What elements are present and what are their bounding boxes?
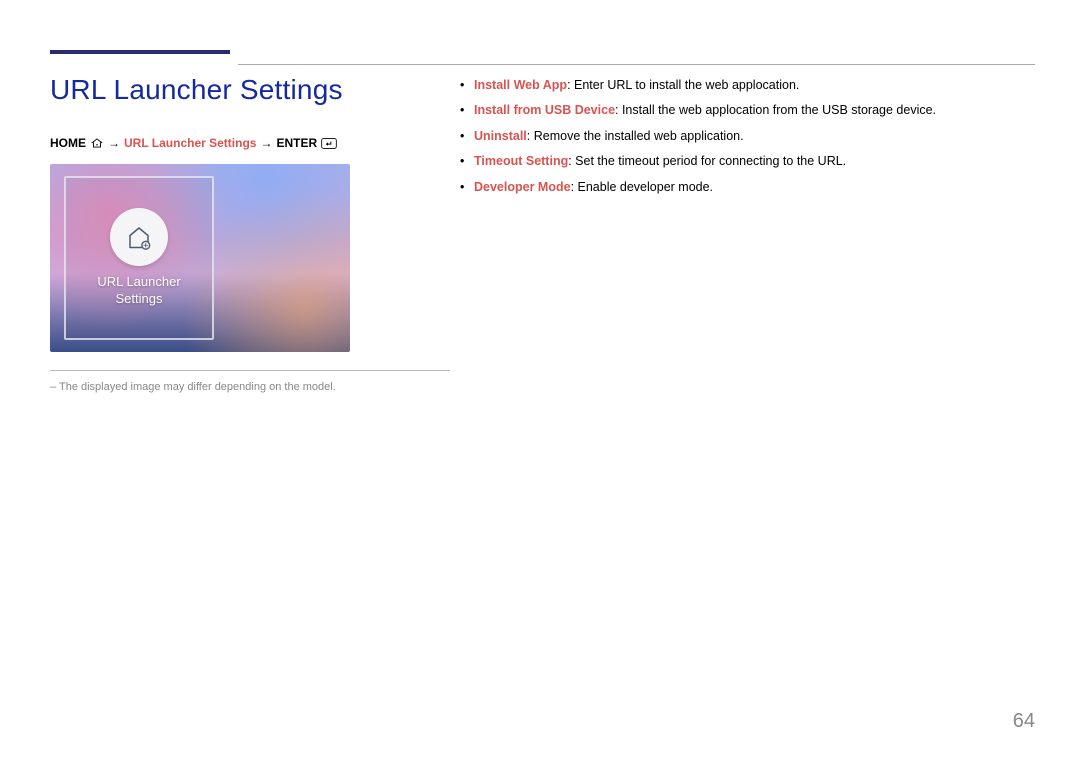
setting-desc: : Remove the installed web application.: [527, 129, 744, 143]
list-item: Uninstall: Remove the installed web appl…: [460, 127, 1035, 146]
thumbnail-image: URL Launcher Settings: [50, 164, 350, 352]
content-row: URL Launcher Settings HOME → URL Launche…: [50, 72, 1035, 393]
setting-term: Install from USB Device: [474, 103, 615, 117]
setting-desc: : Enable developer mode.: [571, 180, 713, 194]
page-number: 64: [1013, 710, 1035, 733]
list-item: Install from USB Device: Install the web…: [460, 101, 1035, 120]
home-icon: [90, 137, 104, 149]
thumbnail-card: URL Launcher Settings: [64, 176, 214, 340]
setting-term: Timeout Setting: [474, 154, 568, 168]
setting-term: Developer Mode: [474, 180, 571, 194]
setting-desc: : Set the timeout period for connecting …: [568, 154, 846, 168]
list-item: Timeout Setting: Set the timeout period …: [460, 152, 1035, 171]
setting-term: Uninstall: [474, 129, 527, 143]
breadcrumb-path: URL Launcher Settings: [124, 136, 256, 150]
model-note: The displayed image may differ depending…: [50, 381, 420, 393]
breadcrumb-enter: ENTER: [276, 136, 317, 150]
thumbnail-label-line1: URL Launcher: [97, 274, 180, 289]
enter-icon: [321, 138, 337, 149]
right-column: Install Web App: Enter URL to install th…: [460, 72, 1035, 393]
list-item: Install Web App: Enter URL to install th…: [460, 76, 1035, 95]
setting-desc: : Enter URL to install the web applocati…: [567, 78, 799, 92]
breadcrumb: HOME → URL Launcher Settings → ENTER: [50, 136, 420, 150]
breadcrumb-home: HOME: [50, 136, 86, 150]
url-launcher-icon: [110, 208, 168, 266]
page-title: URL Launcher Settings: [50, 74, 420, 106]
page: URL Launcher Settings HOME → URL Launche…: [0, 0, 1080, 433]
setting-term: Install Web App: [474, 78, 567, 92]
thumbnail-divider: [50, 370, 450, 371]
thumbnail-label-line2: Settings: [116, 291, 163, 306]
setting-desc: : Install the web applocation from the U…: [615, 103, 936, 117]
header-accent-bar: [50, 50, 230, 54]
arrow-icon: →: [108, 136, 120, 150]
arrow-icon: →: [260, 136, 272, 150]
thumbnail-label: URL Launcher Settings: [97, 274, 180, 308]
list-item: Developer Mode: Enable developer mode.: [460, 178, 1035, 197]
settings-list: Install Web App: Enter URL to install th…: [460, 76, 1035, 197]
header-rule: [238, 64, 1035, 65]
left-column: URL Launcher Settings HOME → URL Launche…: [50, 72, 420, 393]
